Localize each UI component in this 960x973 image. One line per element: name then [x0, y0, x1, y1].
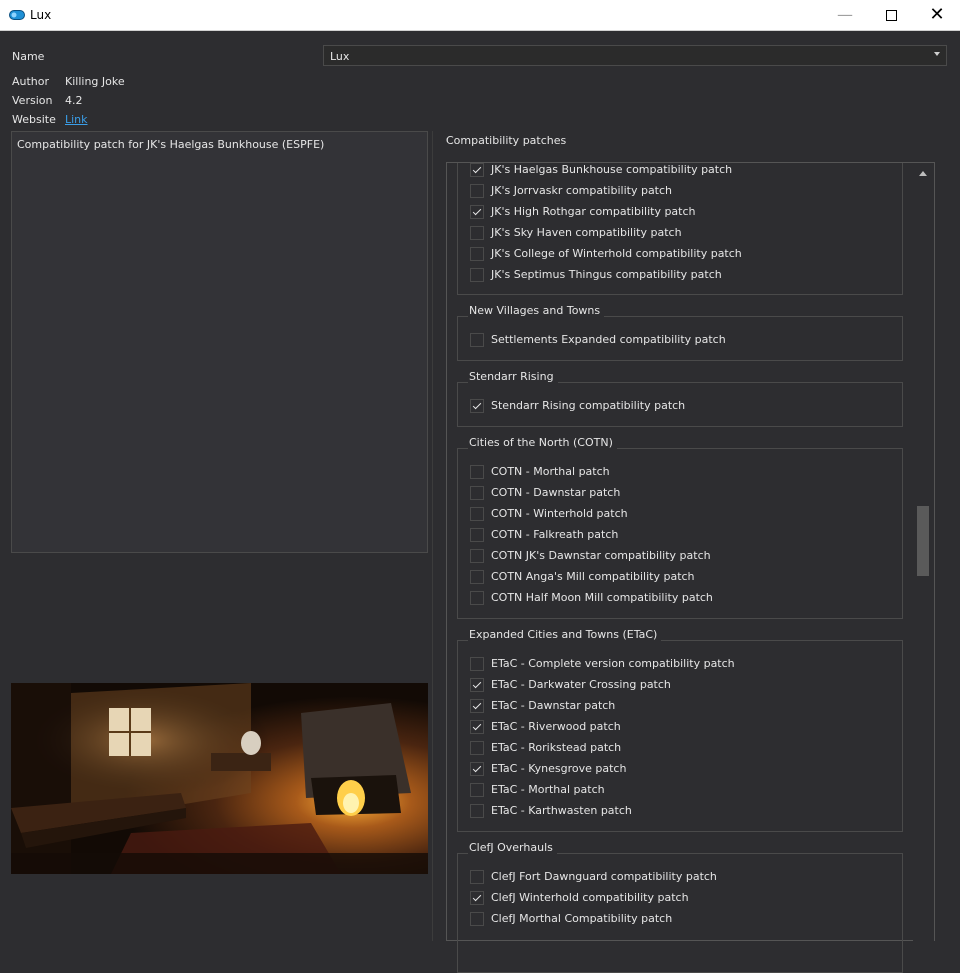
checkbox-checked[interactable] [470, 205, 484, 219]
checkbox-unchecked[interactable] [470, 804, 484, 818]
patch-group-title: Cities of the North (COTN) [468, 436, 617, 449]
website-link[interactable]: Link [65, 113, 88, 126]
name-dropdown[interactable]: Lux [323, 45, 947, 66]
checkbox-unchecked[interactable] [470, 465, 484, 479]
checkbox-checked[interactable] [470, 891, 484, 905]
checkbox-unchecked[interactable] [470, 247, 484, 261]
checkbox-unchecked[interactable] [470, 486, 484, 500]
patch-checkbox-label[interactable]: ETaC - Kynesgrove patch [491, 762, 626, 775]
patch-checkbox-label[interactable]: ClefJ Morthal Compatibility patch [491, 912, 672, 925]
patch-checkbox-label[interactable]: COTN - Falkreath patch [491, 528, 618, 541]
patch-checkbox-label[interactable]: Settlements Expanded compatibility patch [491, 333, 726, 346]
patch-checkbox-label[interactable]: COTN Anga's Mill compatibility patch [491, 570, 695, 583]
patch-checkbox-label[interactable]: COTN - Morthal patch [491, 465, 610, 478]
checkbox-checked[interactable] [470, 678, 484, 692]
patch-checkbox-label[interactable]: ETaC - Karthwasten patch [491, 804, 632, 817]
checkbox-unchecked[interactable] [470, 912, 484, 926]
checkbox-unchecked[interactable] [470, 549, 484, 563]
checkbox-checked[interactable] [470, 163, 484, 177]
patch-checkbox-label[interactable]: JK's Sky Haven compatibility patch [491, 226, 682, 239]
website-label: Website [12, 113, 56, 126]
patch-checkbox-label[interactable]: ETaC - Darkwater Crossing patch [491, 678, 671, 691]
patch-checkbox-label[interactable]: ETaC - Dawnstar patch [491, 699, 615, 712]
version-label: Version [12, 94, 53, 107]
patch-checkbox-label[interactable]: ETaC - Complete version compatibility pa… [491, 657, 735, 670]
patch-checkbox-label[interactable]: ClefJ Fort Dawnguard compatibility patch [491, 870, 717, 883]
checkbox-unchecked[interactable] [470, 870, 484, 884]
patch-checkbox-label[interactable]: JK's Septimus Thingus compatibility patc… [491, 268, 722, 281]
author-label: Author [12, 75, 50, 88]
minimize-button[interactable]: — [822, 0, 868, 30]
chevron-down-icon [934, 52, 940, 56]
patch-checkbox-label[interactable]: COTN - Winterhold patch [491, 507, 628, 520]
checkbox-unchecked[interactable] [470, 528, 484, 542]
version-value: 4.2 [65, 94, 83, 107]
preview-picture [11, 683, 428, 874]
scrollbar[interactable] [913, 163, 934, 941]
checkbox-unchecked[interactable] [470, 333, 484, 347]
patch-checkbox-label[interactable]: ETaC - Morthal patch [491, 783, 605, 796]
checkbox-unchecked[interactable] [470, 184, 484, 198]
name-dropdown-value: Lux [330, 50, 350, 63]
checkbox-unchecked[interactable] [470, 741, 484, 755]
patch-checkbox-label[interactable]: JK's College of Winterhold compatibility… [491, 247, 742, 260]
patch-checkbox-label[interactable]: COTN JK's Dawnstar compatibility patch [491, 549, 711, 562]
checkbox-checked[interactable] [470, 720, 484, 734]
checkbox-unchecked[interactable] [470, 507, 484, 521]
patch-checkbox-label[interactable]: ETaC - Riverwood patch [491, 720, 621, 733]
close-button[interactable]: ✕ [914, 0, 960, 30]
scroll-thumb[interactable] [917, 506, 929, 576]
patch-checkbox-label[interactable]: JK's High Rothgar compatibility patch [491, 205, 696, 218]
panel-top-border [446, 162, 935, 163]
patch-group-title: New Villages and Towns [468, 304, 605, 317]
checkbox-checked[interactable] [470, 399, 484, 413]
patch-checkbox-label[interactable]: ETaC - Rorikstead patch [491, 741, 621, 754]
checkbox-unchecked[interactable] [470, 657, 484, 671]
checkbox-checked[interactable] [470, 762, 484, 776]
checkbox-unchecked[interactable] [470, 783, 484, 797]
checkbox-unchecked[interactable] [470, 226, 484, 240]
checkbox-unchecked[interactable] [470, 570, 484, 584]
patch-group-title: Expanded Cities and Towns (ETaC) [468, 628, 662, 641]
checkbox-checked[interactable] [470, 699, 484, 713]
preview-image [11, 683, 428, 874]
patch-checkbox-label[interactable]: JK's Haelgas Bunkhouse compatibility pat… [491, 163, 732, 176]
patches-label-overlay: Compatibility patches [446, 134, 567, 147]
title-bar: Lux — ✕ [0, 0, 960, 31]
patch-checkbox-label[interactable]: JK's Jorrvaskr compatibility patch [491, 184, 672, 197]
name-label: Name [12, 50, 45, 63]
checkbox-unchecked[interactable] [470, 591, 484, 605]
lux-app-icon [9, 10, 25, 20]
patch-group-title: Stendarr Rising [468, 370, 558, 383]
scroll-up-icon[interactable] [919, 171, 927, 176]
window-title: Lux [30, 8, 52, 22]
author-value: Killing Joke [65, 75, 125, 88]
panel-divider[interactable] [432, 131, 433, 941]
maximize-button[interactable] [868, 0, 914, 30]
description-box[interactable]: Compatibility patch for JK's Haelgas Bun… [11, 131, 428, 553]
patch-checkbox-label[interactable]: COTN - Dawnstar patch [491, 486, 620, 499]
checkbox-unchecked[interactable] [470, 268, 484, 282]
patch-checkbox-label[interactable]: COTN Half Moon Mill compatibility patch [491, 591, 713, 604]
description-text: Compatibility patch for JK's Haelgas Bun… [17, 138, 325, 151]
patch-group-title: ClefJ Overhauls [468, 841, 557, 854]
patch-checkbox-label[interactable]: ClefJ Winterhold compatibility patch [491, 891, 689, 904]
maximize-icon [885, 10, 897, 21]
patch-checkbox-label[interactable]: Stendarr Rising compatibility patch [491, 399, 685, 412]
